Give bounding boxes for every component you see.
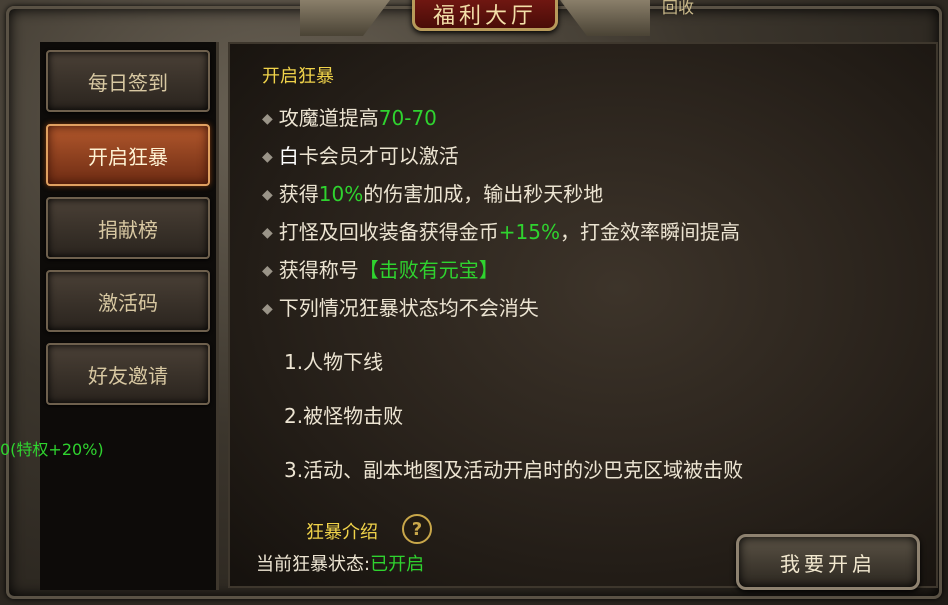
sidebar-item-label: 捐献榜: [98, 217, 158, 242]
berserk-status: 当前狂暴状态:已开启: [256, 550, 424, 576]
welfare-window-frame: 福利大厅 回收 每日签到 开启狂暴 捐献榜 激活码 好友邀请 0(特权+20%)…: [0, 0, 948, 605]
benefit-highlight: 10%: [318, 182, 364, 206]
benefit-item: ◆ 下列情况狂暴状态均不会消失: [262, 292, 539, 321]
diamond-icon: ◆: [262, 149, 273, 165]
diamond-icon: ◆: [262, 111, 273, 127]
benefit-text: 获得称号: [278, 258, 359, 282]
benefit-text: 卡会员才可以激活: [298, 144, 459, 168]
enable-berserk-button[interactable]: 我要开启: [736, 534, 920, 590]
status-label: 当前狂暴状态:: [256, 554, 371, 575]
benefit-text: 获得: [278, 182, 319, 206]
sidebar-item-daily-signin[interactable]: 每日签到: [46, 50, 210, 112]
benefit-highlight: 70-70: [378, 106, 437, 130]
benefit-highlight: 白: [278, 144, 299, 168]
diamond-icon: ◆: [262, 187, 273, 203]
benefit-highlight: 【击败有元宝】: [358, 258, 499, 282]
sidebar-item-label: 开启狂暴: [88, 144, 168, 169]
enable-berserk-button-label: 我要开启: [780, 551, 876, 576]
diamond-icon: ◆: [262, 225, 273, 241]
frame-ornament-right: [560, 0, 650, 36]
question-mark-icon[interactable]: ?: [402, 514, 432, 544]
benefit-item: ◆ 攻魔道提高70-70: [262, 102, 437, 131]
sidebar-item-label: 好友邀请: [88, 363, 168, 388]
condition-item: 1.人物下线: [284, 350, 384, 374]
benefit-text: ，打金效率瞬间提高: [560, 220, 740, 244]
diamond-icon: ◆: [262, 263, 273, 279]
sidebar-item-enable-berserk[interactable]: 开启狂暴: [46, 124, 210, 186]
frame-ornament-left: [300, 0, 390, 36]
sidebar-item-invite-friends[interactable]: 好友邀请: [46, 343, 210, 405]
sidebar-item-label: 每日签到: [88, 70, 168, 95]
berserk-intro-label: 狂暴介绍: [306, 522, 378, 543]
window-title: 福利大厅: [432, 4, 537, 29]
window-title-plaque: 福利大厅: [412, 0, 558, 31]
benefit-text: 的伤害加成，输出秒天秒地: [363, 182, 604, 206]
benefit-text: 打怪及回收装备获得金币: [278, 220, 499, 244]
sidebar-item-activation-code[interactable]: 激活码: [46, 270, 210, 332]
benefit-item: ◆ 白卡会员才可以激活: [262, 140, 459, 169]
status-value: 已开启: [370, 554, 425, 575]
benefit-text: 攻魔道提高: [278, 106, 379, 130]
benefit-item: ◆ 打怪及回收装备获得金币+15%，打金效率瞬间提高: [262, 216, 740, 245]
benefit-highlight: +15%: [498, 220, 560, 244]
diamond-icon: ◆: [262, 301, 273, 317]
condition-item: 2.被怪物击败: [284, 404, 404, 428]
benefit-text: 下列情况狂暴状态均不会消失: [278, 296, 539, 320]
sidebar: 每日签到 开启狂暴 捐献榜 激活码 好友邀请: [40, 42, 219, 590]
panel-title: 开启狂暴: [262, 66, 334, 87]
sidebar-item-label: 激活码: [98, 290, 158, 315]
sidebar-item-donation-ranking[interactable]: 捐献榜: [46, 197, 210, 259]
condition-item: 3.活动、副本地图及活动开启时的沙巴克区域被击败: [284, 458, 744, 482]
top-right-partial-text: 回收: [662, 0, 695, 17]
berserk-panel: 开启狂暴 ◆ 攻魔道提高70-70 ◆ 白卡会员才可以激活 ◆ 获得10%的伤害加成，…: [228, 42, 938, 590]
benefit-item: ◆ 获得称号【击败有元宝】: [262, 254, 499, 283]
benefit-item: ◆ 获得10%的伤害加成，输出秒天秒地: [262, 178, 603, 207]
privilege-bonus-text: 0(特权+20%): [0, 440, 104, 459]
